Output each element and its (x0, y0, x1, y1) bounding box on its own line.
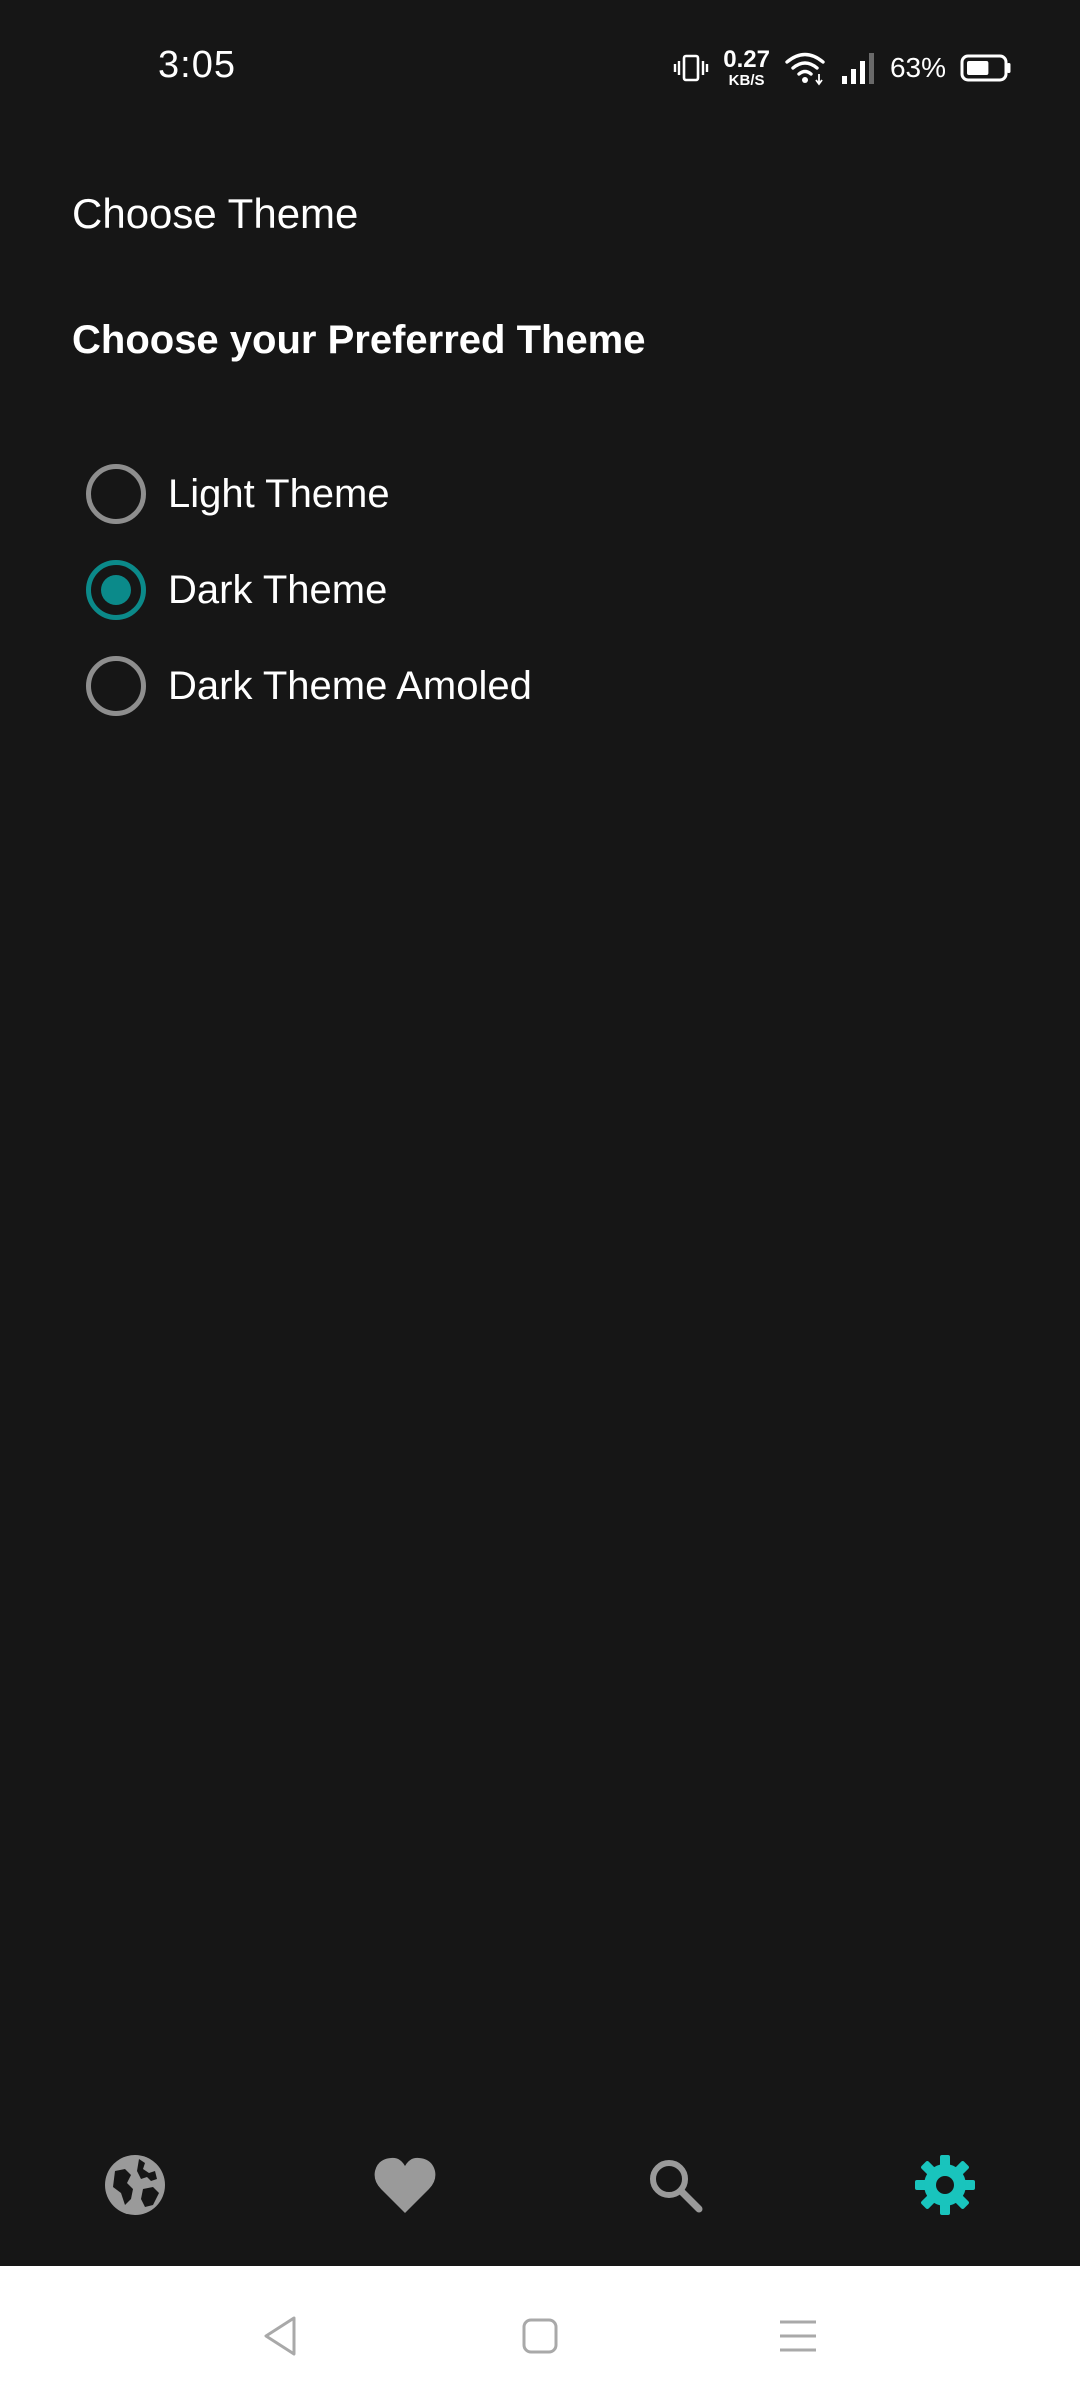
status-indicators: 0.27 KB/S 63% (659, 44, 1012, 92)
search-icon (650, 2160, 703, 2213)
theme-radio-group: Light Theme Dark Theme Dark Theme Amoled (86, 446, 532, 734)
nav-item-favorites[interactable] (370, 2150, 440, 2220)
theme-option-dark[interactable]: Dark Theme (86, 542, 532, 638)
system-navigation-bar (0, 2266, 1080, 2400)
signal-icon (840, 50, 876, 86)
vibrate-icon (673, 50, 709, 86)
bottom-navigation (0, 2100, 1080, 2266)
home-icon (522, 2318, 558, 2354)
nav-item-explore[interactable] (100, 2150, 170, 2220)
nav-item-settings[interactable] (910, 2150, 980, 2220)
status-bar: 3:05 0.27 KB/S 63% (0, 0, 1080, 140)
back-icon (264, 2316, 296, 2356)
radio-button[interactable] (86, 656, 146, 716)
system-recents-button[interactable] (768, 2306, 828, 2366)
network-speed-value: 0.27 (723, 46, 770, 73)
system-back-button[interactable] (250, 2306, 310, 2366)
battery-percent: 63% (889, 52, 946, 83)
radio-button[interactable] (86, 560, 146, 620)
radio-button[interactable] (86, 464, 146, 524)
network-speed: 0.27 KB/S (723, 46, 770, 89)
battery-icon (960, 53, 1012, 83)
theme-option-label: Dark Theme Amoled (168, 663, 532, 708)
heart-icon (374, 2157, 436, 2213)
theme-option-label: Light Theme (168, 471, 390, 516)
wifi-icon (784, 50, 826, 86)
recents-icon (780, 2320, 816, 2352)
network-speed-unit: KB/S (728, 72, 765, 89)
page-title: Choose Theme (72, 190, 359, 237)
system-home-button[interactable] (510, 2306, 570, 2366)
theme-settings-screen: 3:05 0.27 KB/S 63% Choose Theme Choose y… (0, 0, 1080, 2400)
theme-option-light[interactable]: Light Theme (86, 446, 532, 542)
gear-icon (915, 2155, 975, 2215)
globe-icon (105, 2155, 165, 2215)
theme-option-label: Dark Theme (168, 567, 388, 612)
nav-item-search[interactable] (640, 2150, 710, 2220)
theme-option-dark-amoled[interactable]: Dark Theme Amoled (86, 638, 532, 734)
status-time: 3:05 (158, 44, 236, 86)
section-heading: Choose your Preferred Theme (72, 318, 646, 362)
